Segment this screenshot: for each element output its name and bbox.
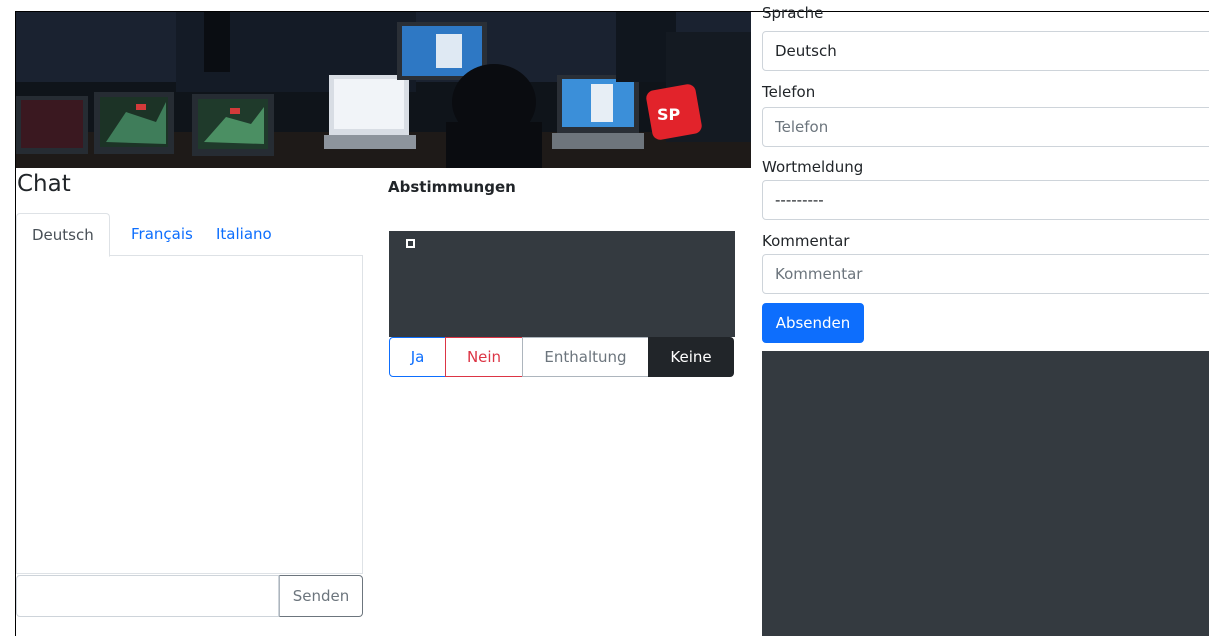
chat-send-button[interactable]: Senden bbox=[279, 575, 363, 617]
vote-yes-button[interactable]: Ja bbox=[389, 337, 446, 377]
page-frame-left bbox=[0, 0, 16, 636]
language-select[interactable]: Deutsch bbox=[762, 31, 1209, 71]
chat-language-tabs: Deutsch Français Italiano bbox=[16, 213, 363, 257]
submit-button[interactable]: Absenden bbox=[762, 303, 864, 343]
vote-abstain-button[interactable]: Enthaltung bbox=[522, 337, 649, 377]
vote-display-panel bbox=[389, 231, 735, 337]
chat-messages-pane bbox=[16, 256, 363, 574]
tab-francais[interactable]: Français bbox=[116, 213, 208, 256]
phone-input[interactable] bbox=[762, 107, 1209, 147]
speech-request-label: Wortmeldung bbox=[762, 158, 864, 176]
chat-message-input[interactable] bbox=[16, 575, 279, 617]
sp-logo-text: SP bbox=[657, 105, 681, 124]
square-icon bbox=[406, 239, 415, 248]
comment-label: Kommentar bbox=[762, 232, 850, 250]
phone-label: Telefon bbox=[762, 83, 816, 101]
chat-title: Chat bbox=[17, 171, 71, 197]
vote-button-group: Ja Nein Enthaltung Keine bbox=[389, 337, 735, 377]
comment-input[interactable] bbox=[762, 254, 1209, 294]
speech-request-select[interactable]: --------- bbox=[762, 180, 1209, 220]
vote-no-button[interactable]: Nein bbox=[445, 337, 523, 377]
votes-title: Abstimmungen bbox=[388, 178, 516, 196]
tab-deutsch[interactable]: Deutsch bbox=[16, 213, 110, 257]
vote-none-button[interactable]: Keine bbox=[648, 337, 734, 377]
video-stream-panel[interactable] bbox=[762, 351, 1209, 636]
header-banner-image: SP bbox=[16, 12, 751, 168]
chat-input-group: Senden bbox=[16, 575, 363, 617]
tab-italiano[interactable]: Italiano bbox=[201, 213, 287, 256]
language-label: Sprache bbox=[762, 4, 824, 22]
frame-line-top bbox=[16, 11, 1209, 12]
